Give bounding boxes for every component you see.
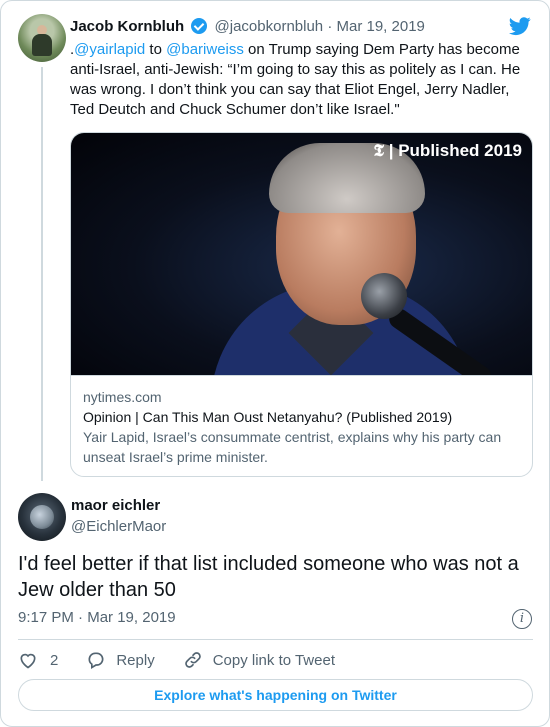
mention-yairlapid[interactable]: @yairlapid: [74, 41, 145, 58]
tweet-actions: 2 Reply Copy link to Tweet: [18, 649, 363, 671]
reply-timestamp[interactable]: 9:17 PM · Mar 19, 2019: [18, 609, 176, 627]
reply-author-handle[interactable]: @EichlerMaor: [71, 518, 166, 536]
reply-date: Mar 19, 2019: [87, 609, 176, 626]
verified-badge-icon: [191, 18, 208, 34]
link-domain: nytimes.com: [83, 389, 162, 405]
heart-icon: [20, 653, 36, 669]
link-title: Opinion | Can This Man Oust Netanyahu? (…: [83, 409, 453, 425]
copy-link-button[interactable]: Copy link to Tweet: [183, 650, 335, 670]
link-preview-body: nytimes.com Opinion | Can This Man Oust …: [71, 375, 532, 476]
parent-tweet-date[interactable]: Mar 19, 2019: [337, 18, 425, 35]
explore-twitter-button[interactable]: Explore what's happening on Twitter: [18, 679, 533, 711]
reply-time: 9:17 PM: [18, 609, 74, 626]
reply-button[interactable]: Reply: [86, 650, 155, 670]
reply-label: Reply: [116, 651, 155, 669]
copy-link-label: Copy link to Tweet: [212, 651, 335, 669]
actions-divider: [18, 639, 533, 640]
link-icon: [184, 652, 201, 668]
published-badge-text: | Published 2019: [388, 141, 522, 160]
reply-tweet-text: I'd feel better if that list included so…: [18, 553, 519, 601]
link-preview-card[interactable]: 𝕿 | Published 2019 nytimes.com Opinion |…: [70, 132, 533, 477]
nyt-logo-icon: 𝕿: [373, 141, 384, 161]
published-badge: 𝕿 | Published 2019: [374, 141, 522, 161]
parent-tweet-text: .@yairlapid to @bariweiss on Trump sayin…: [70, 40, 530, 120]
tweet-embed-card: Jacob Kornbluh @jacobkornbluh · Mar 19, …: [0, 0, 550, 727]
timestamp-separator: ·: [78, 609, 84, 626]
thread-line: [41, 67, 43, 481]
twitter-bird-icon[interactable]: [507, 15, 533, 37]
reply-author-avatar[interactable]: [18, 493, 66, 541]
header-separator: ·: [327, 18, 333, 35]
link-description: Yair Lapid, Israel’s consummate centrist…: [83, 429, 502, 465]
reply-author-name[interactable]: maor eichler: [71, 497, 160, 515]
author-avatar[interactable]: [18, 14, 66, 62]
link-preview-image: 𝕿 | Published 2019: [71, 133, 532, 375]
like-count: 2: [50, 651, 59, 669]
parent-tweet-header: Jacob Kornbluh @jacobkornbluh · Mar 19, …: [70, 18, 425, 36]
author-name[interactable]: Jacob Kornbluh: [70, 18, 184, 35]
author-handle[interactable]: @jacobkornbluh: [215, 18, 324, 35]
mention-bariweiss[interactable]: @bariweiss: [166, 41, 244, 58]
info-icon[interactable]: i: [512, 609, 532, 629]
reply-bubble-icon: [88, 652, 104, 669]
like-button[interactable]: 2: [18, 650, 58, 670]
text-mid: to: [145, 41, 167, 58]
